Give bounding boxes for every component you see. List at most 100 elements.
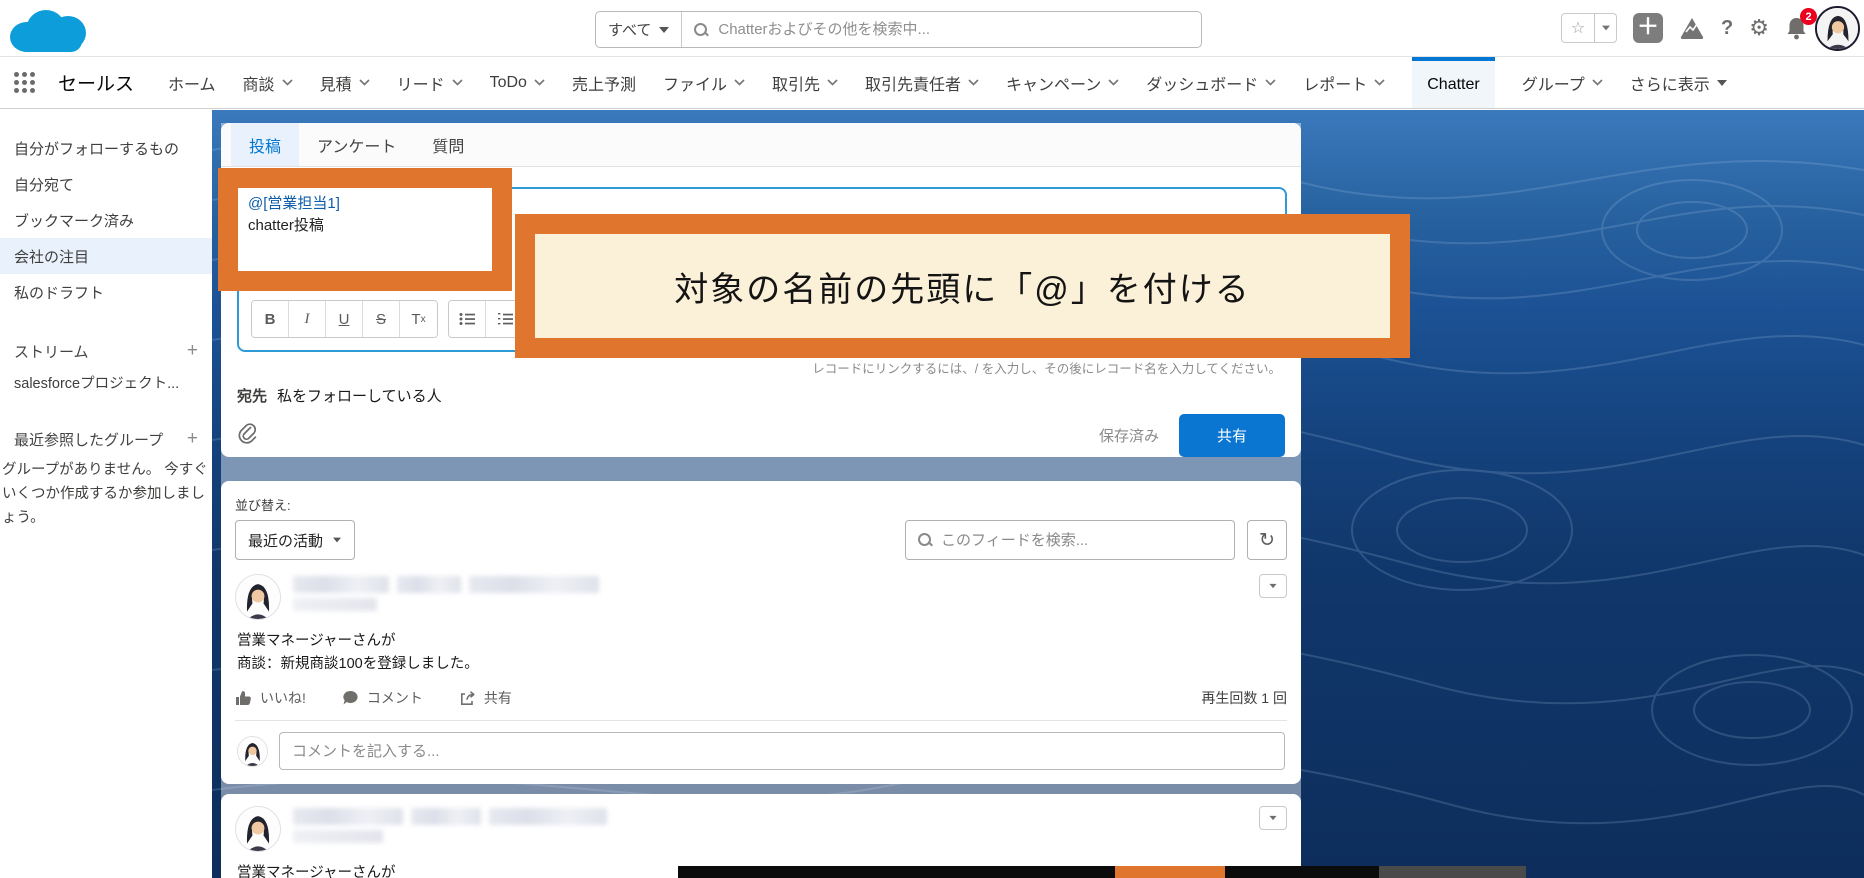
- guidance-center-button[interactable]: [1679, 16, 1705, 40]
- comment-button[interactable]: コメント: [342, 688, 423, 708]
- sidebar-item-bookmarked[interactable]: ブックマーク済み: [0, 202, 212, 238]
- feed-search-input[interactable]: [941, 531, 1222, 549]
- nav-item-files[interactable]: ファイル: [663, 57, 745, 108]
- bulleted-list-icon: [459, 313, 475, 325]
- sidebar-item-company-highlights[interactable]: 会社の注目: [0, 238, 212, 274]
- search-scope-label: すべて: [608, 22, 652, 39]
- chevron-down-icon: [1374, 79, 1385, 86]
- sort-value: 最近の活動: [248, 532, 324, 550]
- chevron-down-icon: [359, 79, 370, 86]
- saved-status: 保存済み: [1098, 428, 1159, 445]
- global-header: すべて ☆ ＋ ? ⚙: [0, 0, 1864, 57]
- setup-button[interactable]: ⚙: [1749, 17, 1769, 39]
- commenter-avatar: [237, 735, 268, 767]
- caret-down-icon: [1716, 79, 1727, 86]
- nav-item-contacts[interactable]: 取引先責任者: [865, 57, 979, 108]
- favorites-control: ☆: [1561, 13, 1618, 43]
- global-actions-button[interactable]: ＋: [1633, 13, 1664, 43]
- mention-link[interactable]: @[営業担当1]: [248, 193, 492, 215]
- search-icon: [694, 22, 708, 37]
- underline-button[interactable]: U: [326, 301, 363, 337]
- nav-item-leads[interactable]: リード: [397, 57, 463, 108]
- nav-item-more[interactable]: さらに表示: [1630, 57, 1727, 108]
- chevron-down-icon: [452, 79, 463, 86]
- streams-section-title: ストリーム: [14, 343, 89, 361]
- feed-item-menu-button[interactable]: [1259, 574, 1287, 598]
- nav-item-dashboards[interactable]: ダッシュボード: [1146, 57, 1276, 108]
- poster-avatar[interactable]: [235, 806, 281, 852]
- italic-button[interactable]: I: [289, 301, 326, 337]
- person-avatar-image: [236, 807, 280, 851]
- global-search-input[interactable]: [718, 21, 1189, 38]
- callout-text: 対象の名前の先頭に「@」を付ける: [674, 270, 1251, 309]
- tab-question[interactable]: 質問: [414, 123, 482, 166]
- bulleted-list-button[interactable]: [449, 301, 486, 337]
- favorite-star-button[interactable]: ☆: [1561, 13, 1596, 43]
- question-icon: ?: [1721, 16, 1734, 39]
- share-button[interactable]: 共有: [459, 688, 512, 708]
- sidebar-item-to-me[interactable]: 自分宛て: [0, 166, 212, 202]
- search-icon: [918, 533, 932, 547]
- nav-item-accounts[interactable]: 取引先: [772, 57, 838, 108]
- like-button[interactable]: いいね!: [235, 688, 306, 708]
- caret-down-icon: [1269, 583, 1277, 589]
- paperclip-icon: [238, 423, 257, 444]
- help-button[interactable]: ?: [1721, 17, 1733, 40]
- user-avatar[interactable]: [1815, 6, 1860, 51]
- notifications-button[interactable]: 2: [1785, 8, 1817, 40]
- sidebar-item-what-i-follow[interactable]: 自分がフォローするもの: [0, 130, 212, 166]
- add-stream-button[interactable]: +: [187, 340, 198, 362]
- composer-body-text: chatter投稿: [248, 217, 324, 234]
- nav-item-home[interactable]: ホーム: [168, 57, 216, 108]
- nav-item-chatter[interactable]: Chatter: [1412, 57, 1495, 108]
- favorites-menu-button[interactable]: [1595, 13, 1618, 43]
- sort-dropdown[interactable]: 最近の活動: [235, 520, 355, 560]
- chevron-down-icon: [1108, 79, 1119, 86]
- caret-down-icon: [1601, 25, 1610, 31]
- refresh-feed-button[interactable]: ↻: [1247, 520, 1287, 560]
- gear-icon: ⚙: [1749, 15, 1769, 40]
- strikethrough-button[interactable]: S: [363, 301, 400, 337]
- salesforce-logo-icon: [10, 8, 102, 52]
- app-launcher-icon[interactable]: [14, 71, 36, 94]
- audience-value[interactable]: 私をフォローしている人: [277, 385, 442, 406]
- chevron-down-icon: [1265, 79, 1276, 86]
- chevron-down-icon: [1592, 79, 1603, 86]
- feed-item-actor: 営業マネージャーさんが: [237, 633, 396, 649]
- redacted-poster-name: [293, 806, 607, 843]
- chevron-down-icon: [734, 79, 745, 86]
- share-post-button[interactable]: 共有: [1178, 414, 1285, 457]
- app-navigation-bar: セールス ホーム 商談 見積 リード ToDo 売上予測 ファイル 取引先 取引…: [0, 57, 1864, 109]
- stream-item-salesforce-project[interactable]: salesforceプロジェクト...: [0, 366, 212, 398]
- person-avatar-image: [236, 575, 280, 619]
- tab-poll[interactable]: アンケート: [299, 123, 414, 166]
- to-label: 宛先: [237, 388, 268, 405]
- nav-item-quotes[interactable]: 見積: [320, 57, 370, 108]
- nav-item-groups[interactable]: グループ: [1522, 57, 1603, 108]
- poster-avatar[interactable]: [235, 574, 281, 620]
- nav-item-todo[interactable]: ToDo: [490, 57, 545, 108]
- groups-section-title: 最近参照したグループ: [14, 431, 164, 449]
- feed-item-menu-button[interactable]: [1259, 806, 1287, 830]
- add-group-button[interactable]: +: [187, 428, 198, 450]
- search-scope-dropdown[interactable]: すべて: [596, 12, 683, 47]
- tab-post[interactable]: 投稿: [231, 123, 300, 166]
- sidebar-item-my-drafts[interactable]: 私のドラフト: [0, 274, 212, 310]
- sort-label: 並び替え:: [235, 498, 291, 513]
- notification-count-badge: 2: [1800, 8, 1817, 25]
- nav-item-forecasts[interactable]: 売上予測: [572, 57, 636, 108]
- video-progress-bar[interactable]: [678, 866, 1526, 878]
- plus-icon: ＋: [1637, 14, 1660, 39]
- comment-input[interactable]: [279, 732, 1285, 770]
- nav-item-opportunities[interactable]: 商談: [243, 57, 293, 108]
- redacted-poster-name: [293, 574, 599, 611]
- tutorial-callout: 対象の名前の先頭に「@」を付ける: [515, 214, 1410, 358]
- bold-button[interactable]: B: [252, 301, 289, 337]
- clear-formatting-button[interactable]: Tx: [400, 301, 437, 337]
- nav-item-campaigns[interactable]: キャンペーン: [1006, 57, 1119, 108]
- chevron-down-icon: [968, 79, 979, 86]
- chevron-down-icon: [281, 79, 293, 86]
- thumbs-up-icon: [236, 691, 251, 705]
- nav-item-reports[interactable]: レポート: [1303, 57, 1385, 108]
- attach-file-button[interactable]: [237, 422, 257, 449]
